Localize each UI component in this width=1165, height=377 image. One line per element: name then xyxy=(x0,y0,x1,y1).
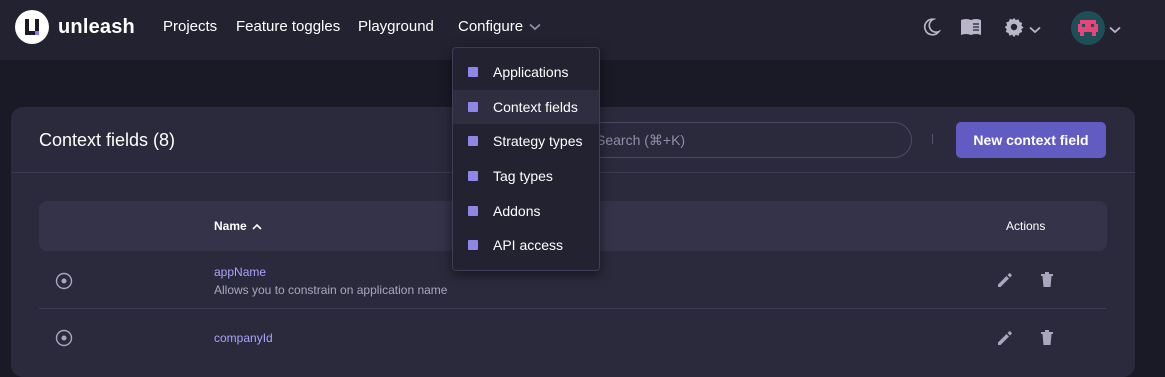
square-icon xyxy=(468,102,478,112)
column-header-name[interactable]: Name xyxy=(214,219,262,233)
unleash-logo[interactable]: unleash xyxy=(15,10,135,44)
new-context-field-button[interactable]: New context field xyxy=(956,122,1106,158)
menu-item-label: Strategy types xyxy=(493,133,583,149)
edit-icon[interactable] xyxy=(996,329,1014,352)
moon-icon[interactable] xyxy=(920,16,942,43)
nav-feature-toggles[interactable]: Feature toggles xyxy=(236,18,340,35)
menu-item-label: API access xyxy=(493,237,564,253)
nav-playground[interactable]: Playground xyxy=(358,18,434,35)
column-header-name-label: Name xyxy=(214,219,247,233)
page-title: Context fields (8) xyxy=(39,130,176,150)
menu-item-label: Tag types xyxy=(493,168,553,184)
menu-item-addons[interactable]: Addons xyxy=(453,194,599,228)
nav-configure[interactable]: Configure xyxy=(458,18,541,35)
menu-item-label: Context fields xyxy=(493,99,578,115)
configure-dropdown-menu: Applications Context fields Strategy typ… xyxy=(452,47,600,271)
sort-ascending-icon xyxy=(252,219,262,233)
menu-item-tag-types[interactable]: Tag types xyxy=(453,159,599,193)
brand-name: unleash xyxy=(58,15,135,38)
menu-item-label: Addons xyxy=(493,203,541,219)
column-header-actions: Actions xyxy=(1006,219,1046,233)
square-icon xyxy=(468,171,478,181)
square-icon xyxy=(468,67,478,77)
header-divider xyxy=(932,134,933,144)
settings-chevron-down-icon[interactable] xyxy=(1029,21,1041,39)
menu-item-api-access[interactable]: API access xyxy=(453,228,599,262)
avatar[interactable] xyxy=(1071,11,1105,45)
delete-icon[interactable] xyxy=(1039,271,1055,294)
square-icon xyxy=(468,136,478,146)
unleash-logo-mark xyxy=(15,10,49,44)
menu-item-applications[interactable]: Applications xyxy=(453,55,599,89)
search-placeholder: Search (⌘+K) xyxy=(596,132,686,148)
nav-configure-label: Configure xyxy=(458,18,524,35)
avatar-chevron-down-icon[interactable] xyxy=(1109,21,1121,39)
delete-icon[interactable] xyxy=(1039,329,1055,352)
menu-item-strategy-types[interactable]: Strategy types xyxy=(453,124,599,158)
context-field-description: Allows you to constrain on application n… xyxy=(214,283,448,297)
menu-item-label: Applications xyxy=(493,64,569,80)
chevron-down-icon xyxy=(529,18,541,35)
context-field-name-link[interactable]: appName xyxy=(214,265,266,279)
square-icon xyxy=(468,240,478,250)
gear-icon[interactable] xyxy=(1003,16,1025,43)
menu-item-context-fields[interactable]: Context fields xyxy=(453,90,599,124)
table-row: companyId xyxy=(39,309,1107,367)
drag-handle-icon[interactable] xyxy=(55,329,73,352)
square-icon xyxy=(468,206,478,216)
search-input[interactable]: Search (⌘+K) xyxy=(583,122,912,158)
context-field-name-link[interactable]: companyId xyxy=(214,331,273,345)
book-icon[interactable] xyxy=(959,16,983,43)
nav-projects[interactable]: Projects xyxy=(163,18,217,35)
drag-handle-icon[interactable] xyxy=(55,272,73,295)
edit-icon[interactable] xyxy=(996,271,1014,294)
